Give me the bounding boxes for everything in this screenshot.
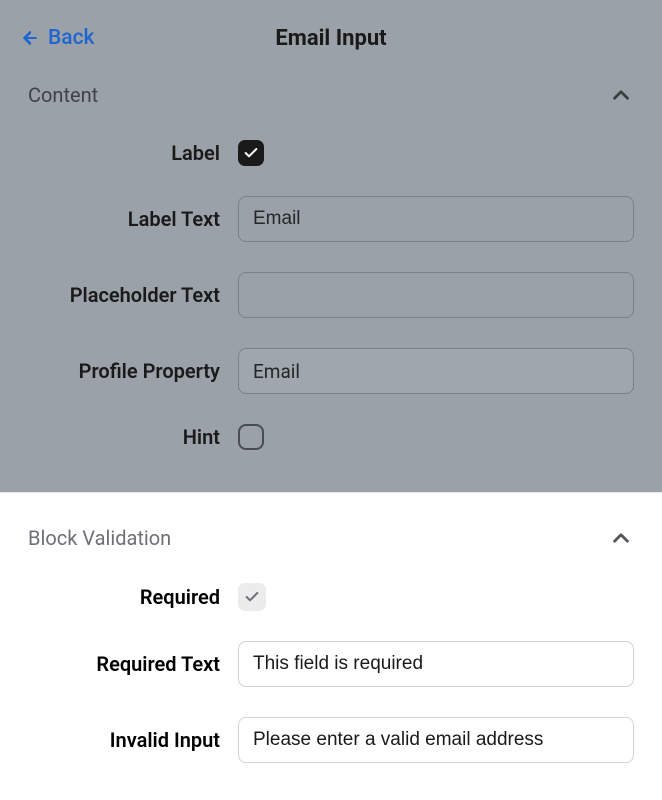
header: Back Email Input [0, 0, 662, 70]
required-field-label: Required [28, 585, 238, 609]
profile-property-value: Email [253, 360, 300, 383]
profile-property-field-label: Profile Property [28, 359, 238, 383]
label-field-label: Label [28, 141, 238, 165]
check-icon [244, 589, 260, 605]
profile-property-select[interactable]: Email [238, 348, 634, 394]
chevron-up-icon [608, 82, 634, 108]
content-section-header[interactable]: Content [0, 70, 662, 132]
placeholder-text-field-label: Placeholder Text [28, 283, 238, 307]
hint-checkbox[interactable] [238, 424, 264, 450]
validation-section-header[interactable]: Block Validation [0, 513, 662, 575]
required-checkbox[interactable] [238, 583, 266, 611]
validation-section-title: Block Validation [28, 526, 171, 550]
chevron-up-icon [608, 525, 634, 551]
label-text-field-label: Label Text [28, 207, 238, 231]
required-text-input[interactable] [238, 641, 634, 687]
invalid-input-field-label: Invalid Input [28, 728, 238, 752]
invalid-input-text-input[interactable] [238, 717, 634, 763]
label-checkbox[interactable] [238, 140, 264, 166]
label-text-input[interactable] [238, 196, 634, 242]
hint-field-label: Hint [28, 425, 238, 449]
back-button[interactable]: Back [20, 26, 95, 50]
required-text-field-label: Required Text [28, 652, 238, 676]
check-icon [243, 145, 259, 161]
placeholder-text-input[interactable] [238, 272, 634, 318]
content-section-title: Content [28, 83, 98, 107]
page-title: Email Input [275, 26, 386, 51]
arrow-left-icon [20, 28, 40, 48]
back-label: Back [48, 26, 95, 50]
